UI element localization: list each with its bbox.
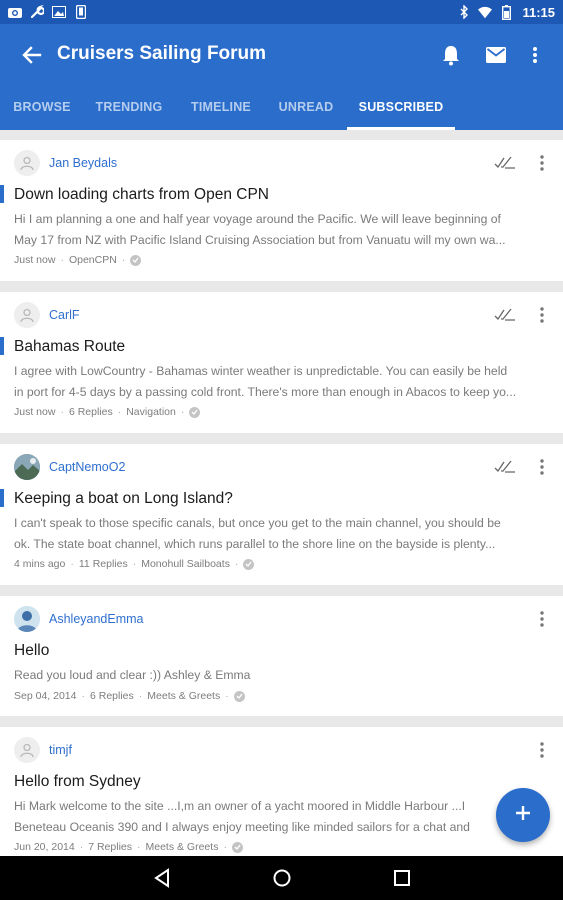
status-time: 11:15 — [522, 4, 555, 20]
unread-indicator — [0, 337, 4, 355]
mark-read-icon[interactable] — [494, 308, 516, 322]
tab-browse[interactable]: BROWSE — [4, 86, 80, 130]
more-vert-icon[interactable] — [539, 610, 547, 628]
topic-username[interactable]: CaptNemoO2 — [49, 460, 125, 474]
topic-title[interactable]: Down loading charts from Open CPN — [14, 186, 269, 204]
wifi-icon — [478, 5, 493, 19]
topic-snippet: I agree with LowCountry - Bahamas winter… — [14, 364, 517, 399]
mail-icon[interactable] — [484, 43, 508, 67]
app-title: Cruisers Sailing Forum — [57, 43, 267, 64]
topic-card[interactable]: Jan Beydals Down loading charts from Ope… — [0, 140, 563, 281]
topic-card[interactable]: CarlF Bahamas Route I agree with LowCoun… — [0, 292, 563, 433]
mark-read-icon[interactable] — [494, 156, 516, 170]
system-nav-bar — [0, 856, 563, 900]
avatar[interactable] — [14, 302, 40, 328]
topic-card[interactable]: CaptNemoO2 Keeping a boat on Long Island… — [0, 444, 563, 585]
image-icon — [52, 5, 66, 19]
topic-snippet: Hi Mark welcome to the site ...I,m an ow… — [14, 799, 470, 834]
topic-username[interactable]: CarlF — [49, 308, 80, 322]
check-badge-icon — [189, 406, 201, 418]
topic-card[interactable]: AshleyandEmma Hello Read you loud and cl… — [0, 596, 563, 716]
unread-indicator — [0, 489, 4, 507]
topic-meta: Just now · OpenCPN · — [14, 254, 142, 266]
recents-square-icon[interactable] — [390, 866, 414, 890]
status-bar: 11:15 — [0, 0, 563, 24]
plus-icon — [514, 804, 532, 827]
topic-meta: 4 mins ago · 11 Replies · Monohull Sailboa… — [14, 558, 255, 570]
more-vert-icon[interactable] — [539, 306, 547, 324]
avatar[interactable] — [14, 150, 40, 176]
home-circle-icon[interactable] — [270, 866, 294, 890]
bluetooth-icon — [457, 5, 471, 19]
topic-title[interactable]: Bahamas Route — [14, 338, 125, 356]
app-bar: Cruisers Sailing Forum — [0, 24, 563, 86]
topic-username[interactable]: Jan Beydals — [49, 156, 117, 170]
more-vert-icon[interactable] — [539, 741, 547, 759]
tab-trending[interactable]: TRENDING — [88, 86, 170, 130]
topic-meta: Just now · 6 Replies · Navigation · — [14, 406, 201, 418]
topic-username[interactable]: AshleyandEmma — [49, 612, 144, 626]
battery-icon — [499, 4, 513, 20]
wrench-icon — [30, 5, 44, 19]
more-vert-icon[interactable] — [539, 154, 547, 172]
topic-title[interactable]: Hello from Sydney — [14, 773, 141, 791]
more-vert-icon[interactable] — [523, 43, 547, 67]
tab-subscribed[interactable]: SUBSCRIBED — [347, 86, 455, 130]
topic-list: Jan Beydals Down loading charts from Ope… — [0, 130, 563, 856]
check-badge-icon — [233, 690, 245, 702]
topic-username[interactable]: timjf — [49, 743, 72, 757]
topic-meta: Sep 04, 2014 · 6 Replies · Meets & Greets · — [14, 690, 245, 702]
bell-icon[interactable] — [439, 43, 463, 67]
phone-icon — [74, 5, 88, 19]
topic-snippet: I can't speak to those specific canals, … — [14, 516, 501, 551]
unread-indicator — [0, 185, 4, 203]
avatar[interactable] — [14, 606, 40, 632]
avatar[interactable] — [14, 737, 40, 763]
mark-read-icon[interactable] — [494, 460, 516, 474]
check-badge-icon — [243, 558, 255, 570]
camera-icon — [8, 5, 22, 19]
tab-bar: BROWSE TRENDING TIMELINE UNREAD SUBSCRIB… — [0, 86, 563, 130]
back-arrow-icon[interactable] — [20, 43, 44, 67]
check-badge-icon — [231, 841, 243, 853]
topic-snippet: Hi I am planning a one and half year voy… — [14, 212, 506, 247]
topic-snippet: Read you loud and clear :)) Ashley & Emm… — [14, 668, 251, 682]
tab-unread[interactable]: UNREAD — [270, 86, 342, 130]
back-triangle-icon[interactable] — [150, 866, 174, 890]
topic-meta: Jun 20, 2014 · 7 Replies · Meets & Greets · — [14, 841, 243, 853]
topic-title[interactable]: Hello — [14, 642, 49, 660]
new-topic-button[interactable] — [496, 788, 550, 842]
check-badge-icon — [130, 254, 142, 266]
avatar[interactable] — [14, 454, 40, 480]
topic-title[interactable]: Keeping a boat on Long Island? — [14, 490, 233, 508]
tab-timeline[interactable]: TIMELINE — [180, 86, 262, 130]
topic-card[interactable]: timjf Hello from Sydney Hi Mark welcome … — [0, 727, 563, 856]
more-vert-icon[interactable] — [539, 458, 547, 476]
